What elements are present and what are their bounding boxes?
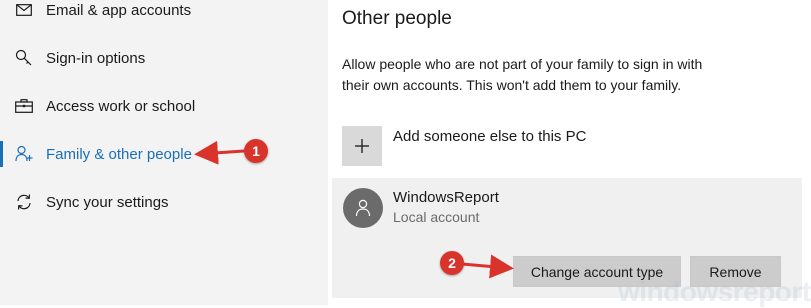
sidebar-item-family[interactable]: Family & other people: [0, 134, 328, 174]
user-icon: [355, 199, 371, 217]
add-someone-button[interactable]: Add someone else to this PC: [342, 126, 782, 166]
main-content: Other people Allow people who are not pa…: [328, 0, 811, 305]
avatar: [343, 188, 383, 228]
sidebar-item-access-work[interactable]: Access work or school: [0, 86, 328, 126]
sync-icon: [14, 192, 34, 212]
sidebar-item-label: Sync your settings: [46, 193, 169, 211]
plus-icon: [342, 126, 382, 166]
page-title: Other people: [342, 8, 452, 29]
envelope-icon: [14, 0, 34, 20]
annotation-badge-2: 2: [440, 251, 464, 275]
section-description: Allow people who are not part of your fa…: [342, 56, 703, 93]
sidebar-item-sync-settings[interactable]: Sync your settings: [0, 182, 328, 222]
sidebar-item-label: Sign-in options: [46, 49, 146, 67]
sidebar-item-label: Email & app accounts: [46, 1, 192, 19]
person-add-icon: [14, 144, 34, 164]
sidebar-item-label: Family & other people: [46, 145, 192, 163]
sidebar-item-email-accounts[interactable]: Email & app accounts: [0, 0, 328, 30]
key-icon: [14, 48, 34, 68]
account-type: Local account: [393, 209, 480, 225]
annotation-badge-1: 1: [244, 139, 268, 163]
sidebar-item-label: Access work or school: [46, 97, 196, 115]
settings-sidebar: Email & app accounts Sign-in options Acc…: [0, 0, 328, 305]
briefcase-icon: [14, 96, 34, 116]
watermark: windowsreport: [618, 276, 811, 307]
add-someone-label: Add someone else to this PC: [393, 128, 587, 145]
account-name: WindowsReport: [393, 189, 499, 206]
sidebar-item-sign-in-options[interactable]: Sign-in options: [0, 38, 328, 78]
